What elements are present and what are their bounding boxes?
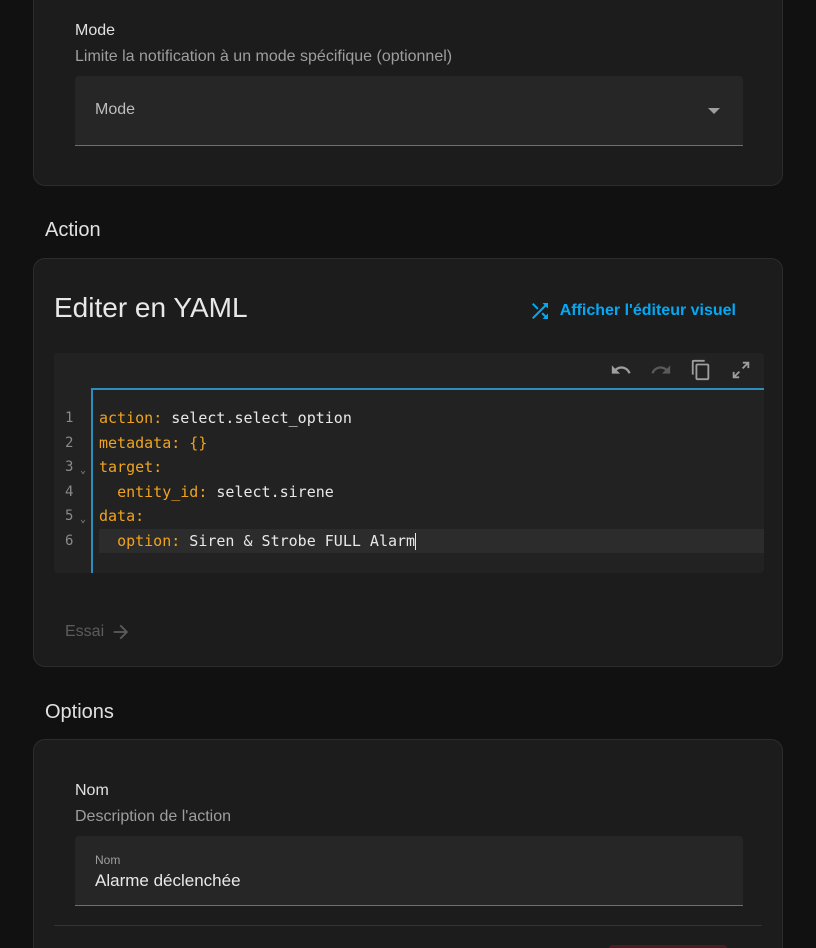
code-line: data: (99, 507, 145, 525)
undo-button[interactable] (608, 357, 634, 383)
copy-button[interactable] (688, 357, 714, 383)
line-number: 3 ⌄ (54, 455, 90, 480)
yaml-editor-title: Editer en YAML (54, 292, 248, 323)
name-input[interactable]: Nom Alarme déclenchée (75, 836, 743, 906)
undo-icon (611, 365, 631, 374)
name-description: Description de l'action (75, 808, 232, 825)
run-action-label: Essai (65, 623, 105, 640)
divider (54, 925, 762, 926)
line-number: 5 ⌄ (54, 504, 90, 529)
yaml-code-editor[interactable]: 1 2 3 ⌄ 4 5 ⌄ 6 action: select.select_opti… (54, 353, 764, 573)
redo-button[interactable] (648, 357, 674, 383)
name-input-label: Nom (95, 853, 121, 867)
options-card: Nom Description de l'action Nom Alarme d… (33, 739, 783, 948)
code-line: metadata: {} (99, 433, 208, 452)
code-line: entity_id: select.sirene (117, 482, 334, 501)
text-cursor (415, 532, 417, 550)
mode-title: Mode (75, 22, 116, 39)
arrow-right-icon (113, 624, 129, 640)
code-line-active: option: Siren & Strobe FULL Alarm (99, 528, 764, 553)
copy-icon (691, 359, 710, 381)
redo-icon (651, 365, 671, 374)
show-visual-editor-label: Afficher l'éditeur visuel (559, 302, 736, 319)
expand-icon (732, 361, 750, 379)
line-number-gutter: 1 2 3 ⌄ 4 5 ⌄ 6 (54, 406, 90, 553)
mode-card: Mode Limite la notification à un mode sp… (33, 0, 783, 186)
shuffle-icon (531, 303, 548, 319)
mode-description: Limite la notification à un mode spécifi… (75, 48, 453, 65)
line-number: 1 (65, 410, 74, 426)
name-input-value: Alarme déclenchée (95, 871, 241, 890)
code-line: action: select.select_option (99, 409, 352, 427)
line-number: 2 (65, 434, 74, 451)
code-line: target: (99, 458, 163, 476)
action-heading: Action (45, 219, 101, 241)
line-number: 4 (65, 483, 74, 500)
options-heading: Options (45, 701, 114, 723)
line-number: 6 (65, 532, 74, 549)
dropdown-arrow-icon (708, 108, 720, 114)
name-title: Nom (75, 782, 109, 799)
editor-toolbar (608, 353, 764, 387)
code-lines[interactable]: action: select.select_option metadata: {… (99, 406, 764, 553)
action-card: Editer en YAML Afficher l'éditeur visuel… (33, 258, 783, 667)
fullscreen-button[interactable] (728, 357, 754, 383)
run-action-button[interactable]: Essai (65, 621, 132, 643)
mode-select[interactable]: Mode (75, 76, 743, 146)
show-visual-editor-button[interactable]: Afficher l'éditeur visuel (528, 299, 736, 323)
mode-select-label: Mode (95, 101, 136, 118)
